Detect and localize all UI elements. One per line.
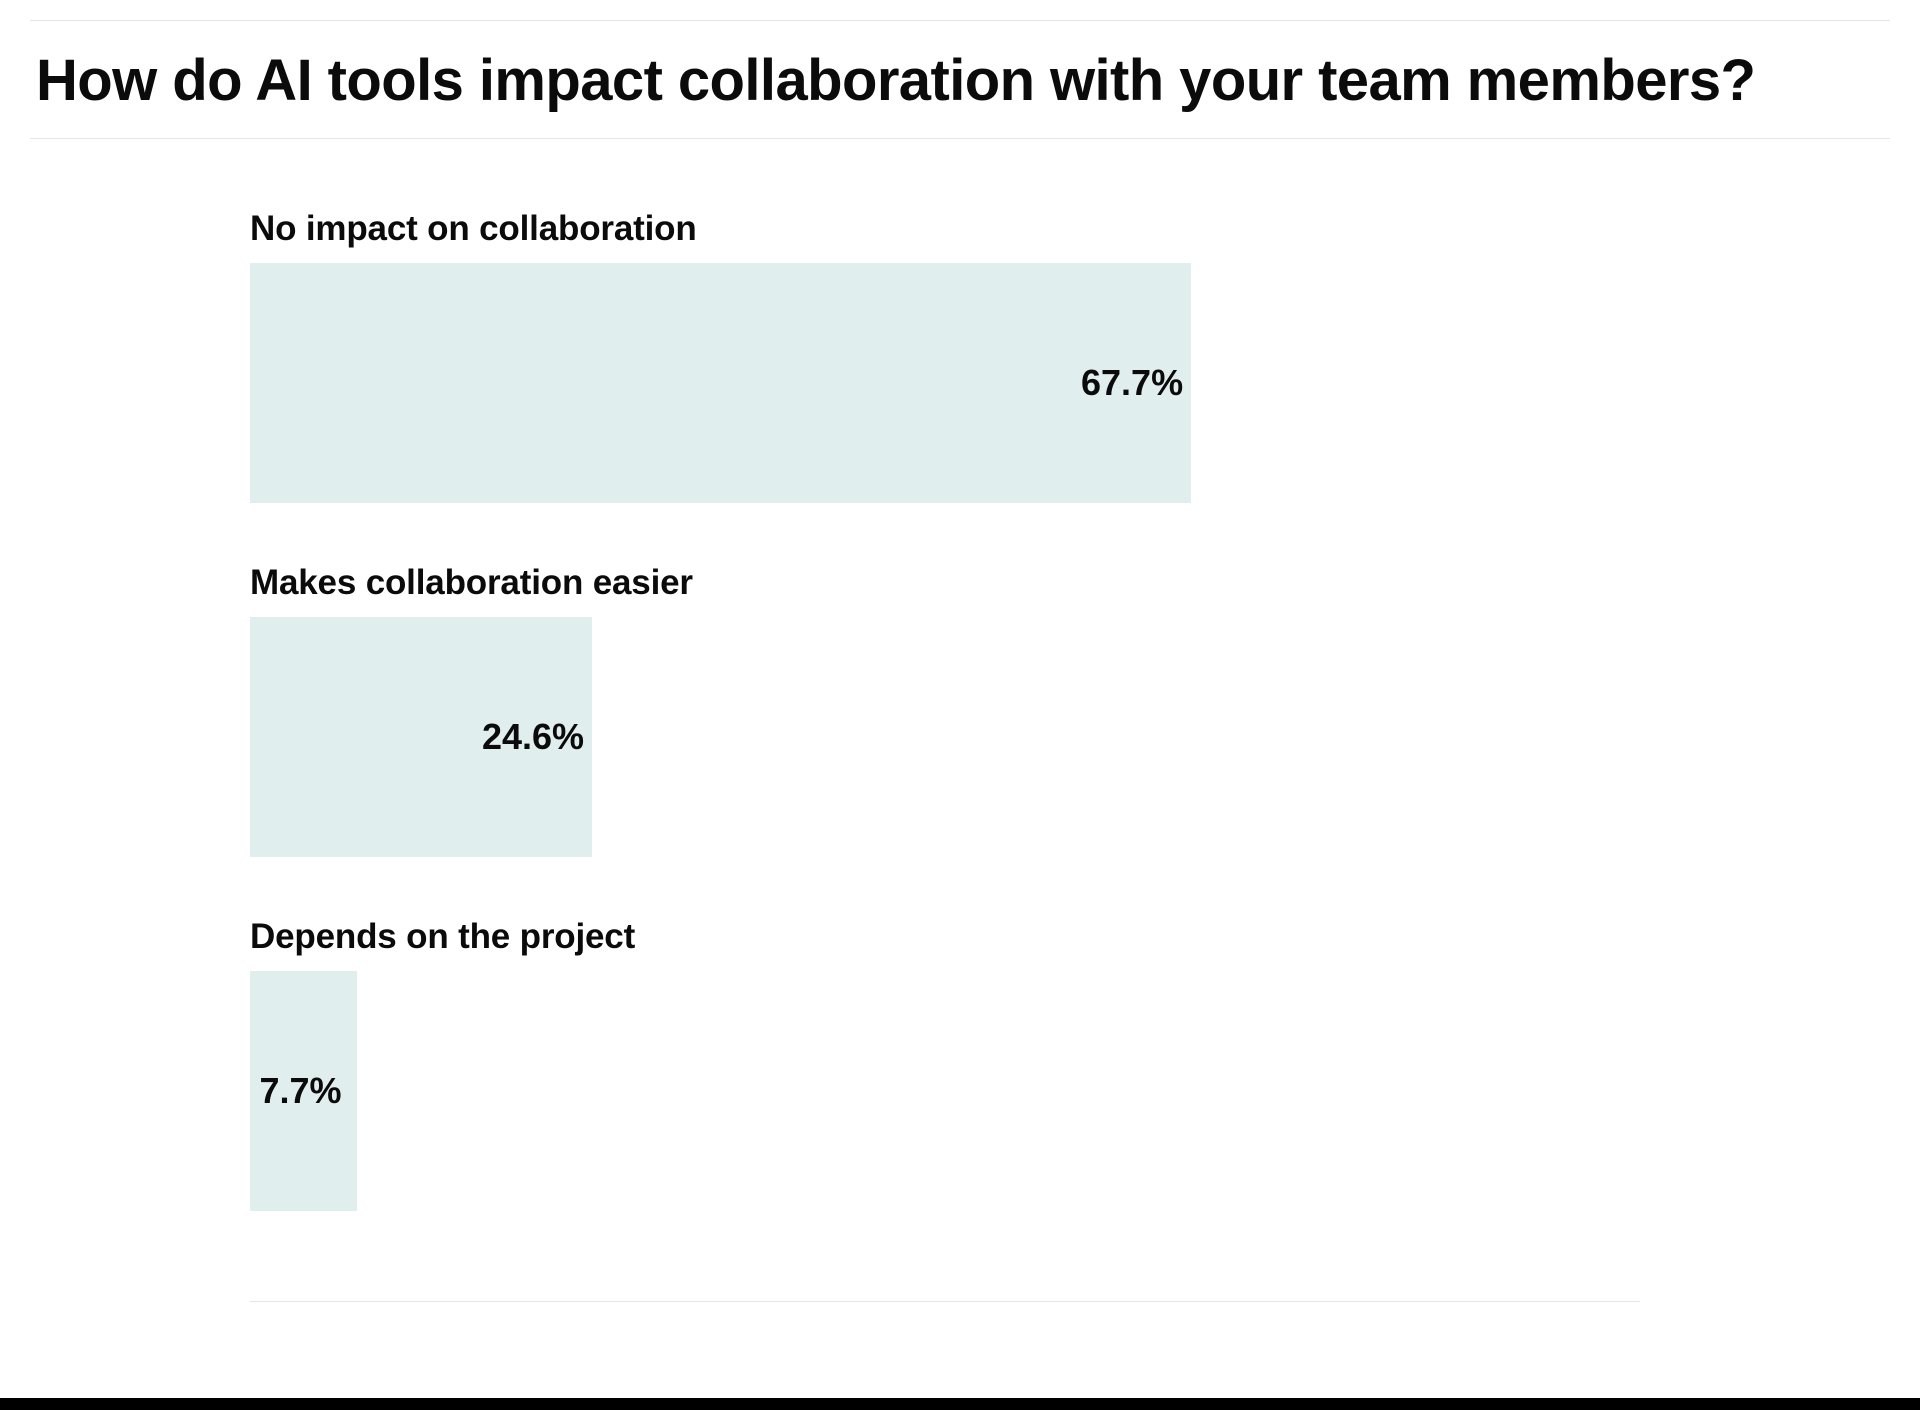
bar-row: 7.7% — [250, 971, 1640, 1211]
bar-row: 67.7% — [250, 263, 1640, 503]
chart: No impact on collaboration 67.7% Makes col… — [0, 139, 1920, 1291]
bar-block: Makes collaboration easier 24.6% — [250, 563, 1640, 857]
bar-block: Depends on the project 7.7% — [250, 917, 1640, 1211]
bar-category-label: Depends on the project — [250, 917, 1640, 957]
footer-bar — [0, 1398, 1920, 1410]
chart-title: How do AI tools impact collaboration wit… — [0, 21, 1920, 138]
bar-value-label: 67.7% — [1081, 362, 1183, 404]
bar-value-label: 7.7% — [260, 1070, 342, 1112]
bar-block: No impact on collaboration 67.7% — [250, 209, 1640, 503]
rule-bottom — [250, 1301, 1640, 1302]
bar — [250, 263, 1191, 503]
bar-value-label: 24.6% — [482, 716, 584, 758]
bar-category-label: No impact on collaboration — [250, 209, 1640, 249]
chart-area: No impact on collaboration 67.7% Makes col… — [250, 209, 1640, 1211]
bar-row: 24.6% — [250, 617, 1640, 857]
bar-category-label: Makes collaboration easier — [250, 563, 1640, 603]
